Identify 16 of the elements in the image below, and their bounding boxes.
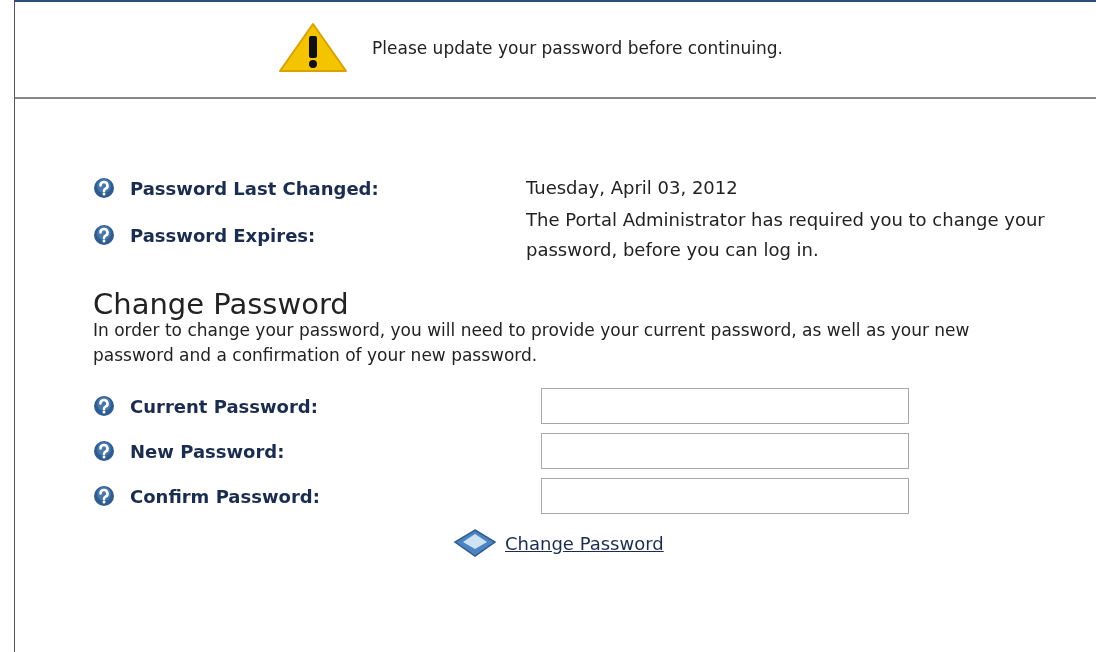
password-field[interactable] <box>541 433 909 469</box>
password-field[interactable] <box>541 478 909 514</box>
password-field[interactable] <box>541 388 909 424</box>
change-password-link[interactable]: Change Password <box>505 532 664 554</box>
field-label: Current Password: <box>130 395 318 417</box>
section-heading: Change Password <box>93 287 350 321</box>
warning-icon <box>278 21 349 74</box>
info-label: Password Expires: <box>130 224 316 246</box>
field-label: Confirm Password: <box>130 485 320 507</box>
info-label: Password Last Changed: <box>130 177 379 199</box>
section-description: In order to change your password, you will need to provide your current password, as well as your new password and a confirmation of your new password. <box>93 320 971 367</box>
field-label: New Password: <box>130 440 285 462</box>
info-value: The Portal Administrator has required you to change your password, before you can log in. <box>526 208 1046 262</box>
diamond-icon <box>453 528 497 558</box>
notice-message: Please update your password before continuing. <box>372 37 783 58</box>
info-value: Tuesday, April 03, 2012 <box>526 176 739 200</box>
